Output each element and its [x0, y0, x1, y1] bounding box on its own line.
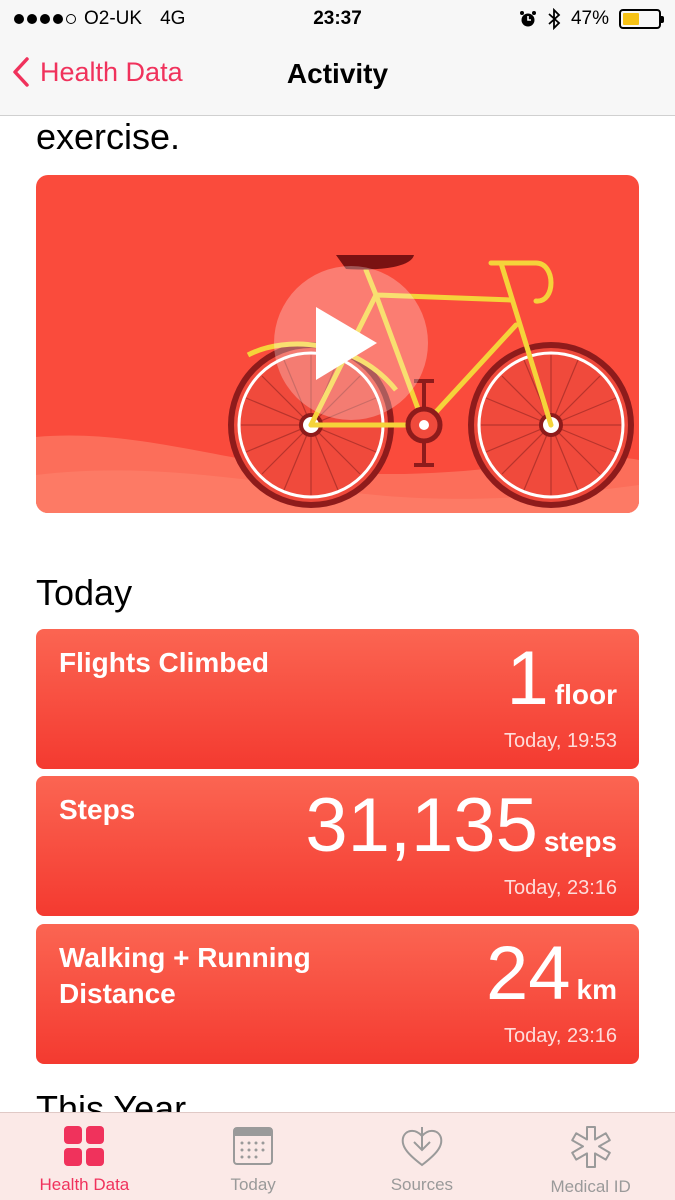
battery-level [623, 13, 639, 25]
battery-percent: 47% [570, 8, 609, 29]
metric-unit: km [576, 974, 617, 1005]
grid-icon [64, 1126, 105, 1166]
navigation-bar: Health Data Activity [0, 38, 675, 116]
metric-number: 24 [485, 931, 571, 1016]
activity-video[interactable] [36, 175, 639, 513]
page-title: Activity [286, 58, 389, 89]
network-type: 4G [160, 8, 186, 29]
tab-bar: Health Data Today Sources Medical ID [0, 1112, 675, 1200]
metric-card-steps[interactable]: Steps 31,135 steps Today, 23:16 [36, 776, 639, 916]
battery-icon [619, 9, 664, 29]
metric-unit: steps [543, 826, 617, 857]
metric-timestamp: Today, 23:16 [503, 877, 617, 899]
tab-label: Today [230, 1175, 276, 1194]
metric-card-walking-running-distance[interactable]: Walking + Running Distance 24 km Today, … [36, 924, 639, 1064]
metric-number: 1 [506, 636, 549, 721]
signal-strength-icon [14, 14, 76, 24]
tab-today[interactable]: Today [169, 1113, 338, 1200]
status-bar: O2-UK 4G 23:37 47% [0, 0, 675, 38]
metric-card-flights-climbed[interactable]: Flights Climbed 1 floor Today, 19:53 [36, 629, 639, 769]
scroll-content[interactable]: exercise. Today Flights Climbed 1 floor … [0, 116, 675, 1112]
intro-text: exercise. [36, 116, 181, 157]
status-bar-left: O2-UK 4G [14, 8, 185, 30]
section-header-today: Today [36, 572, 133, 613]
alarm-icon [519, 11, 536, 27]
asterisk-icon [570, 1126, 611, 1168]
tab-label: Health Data [39, 1175, 130, 1194]
tab-label: Sources [390, 1175, 454, 1194]
tab-health-data[interactable]: Health Data [0, 1113, 169, 1200]
bluetooth-icon [548, 8, 561, 30]
metric-value: 24 km [486, 934, 617, 1014]
bicycle-illustration [36, 255, 639, 513]
tab-medical-id[interactable]: Medical ID [506, 1113, 675, 1200]
metric-label: Flights Climbed [59, 647, 269, 678]
metric-unit: floor [554, 679, 617, 710]
heart-download-icon [401, 1127, 443, 1167]
metric-label: Walking + Running Distance [59, 942, 311, 1009]
metric-number: 31,135 [305, 783, 538, 868]
section-header-this-year: This Year [36, 1088, 187, 1112]
status-bar-right: 47% [519, 8, 664, 30]
metric-value: 31,135 steps [305, 786, 617, 866]
tab-sources[interactable]: Sources [338, 1113, 507, 1200]
metric-timestamp: Today, 23:16 [503, 1025, 617, 1047]
metric-timestamp: Today, 19:53 [503, 730, 617, 752]
carrier-name: O2-UK [84, 8, 143, 29]
calendar-icon [233, 1127, 274, 1165]
tab-label: Medical ID [550, 1177, 631, 1196]
metric-value: 1 floor [507, 639, 618, 719]
play-icon[interactable] [274, 266, 428, 420]
